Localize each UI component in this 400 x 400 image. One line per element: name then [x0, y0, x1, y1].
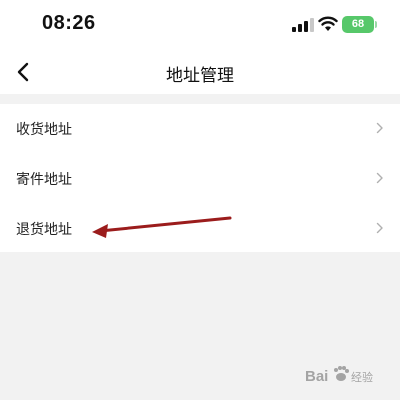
wifi-icon [318, 16, 338, 31]
list-item-return-address[interactable]: 退货地址 [0, 204, 400, 254]
baidu-watermark-logo: Bai 经验 [305, 366, 373, 385]
list-item-label: 寄件地址 [16, 172, 72, 188]
address-list: 收货地址 寄件地址 退货地址 [0, 104, 400, 252]
status-time: 08:26 [42, 12, 96, 34]
nav-bar: 地址管理 [0, 50, 400, 94]
svg-text:经验: 经验 [351, 370, 373, 384]
battery-level: 68 [351, 18, 365, 30]
cellular-signal-icon [292, 18, 314, 32]
status-bar: 08:26 68 [0, 0, 400, 50]
chevron-right-icon [376, 172, 383, 184]
chevron-right-icon [376, 222, 383, 234]
list-item-label: 退货地址 [16, 222, 72, 238]
chevron-right-icon [376, 122, 383, 134]
battery-icon: 68 [342, 16, 377, 33]
svg-text:Bai: Bai [305, 368, 328, 385]
list-item-label: 收货地址 [16, 122, 72, 138]
list-item-send-address[interactable]: 寄件地址 [0, 154, 400, 204]
list-item-receive-address[interactable]: 收货地址 [0, 104, 400, 154]
page-title: 地址管理 [166, 66, 234, 86]
